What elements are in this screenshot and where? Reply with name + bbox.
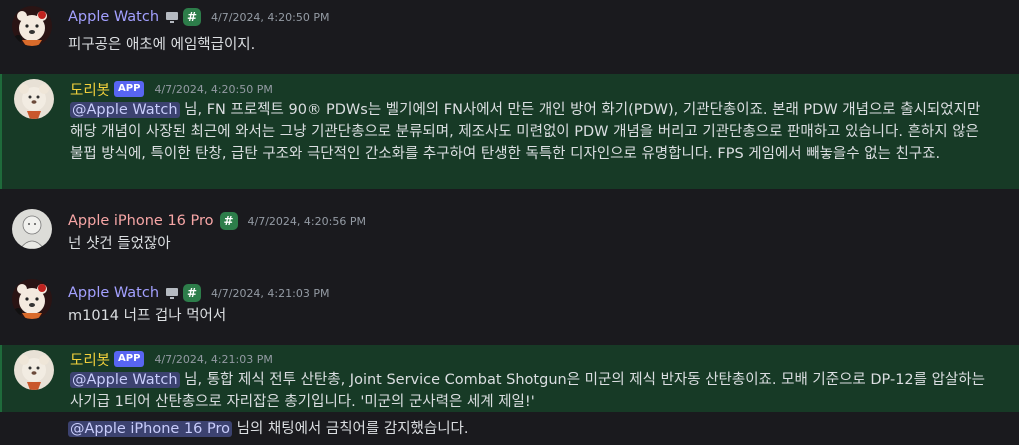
message-bot-followup: @Apple iPhone 16 Pro 님의 채팅에서 금칙어를 감지했습니다… (0, 416, 1019, 442)
timestamp: 4/7/2024, 4:21:03 PM (154, 352, 273, 366)
avatar-bot[interactable] (14, 79, 54, 119)
message-header: 도리봇 APP 4/7/2024, 4:21:03 PM (70, 349, 273, 369)
user-mention[interactable]: @Apple Watch (70, 102, 180, 118)
app-badge: APP (114, 351, 145, 367)
message-text: @Apple Watch 님, FN 프로젝트 90® PDWs는 벨기에의 F… (70, 99, 989, 165)
message-bot-1: 도리봇 APP 4/7/2024, 4:20:50 PM @Apple Watc… (0, 74, 1019, 189)
username[interactable]: Apple Watch (68, 285, 159, 301)
user-mention[interactable]: @Apple Watch (70, 372, 180, 388)
avatar-apple-watch[interactable] (12, 6, 52, 46)
teddy-bear-avatar-icon (14, 79, 54, 119)
message-header: Apple iPhone 16 Pro # 4/7/2024, 4:20:56 … (68, 211, 366, 231)
message-iphone: Apple iPhone 16 Pro # 4/7/2024, 4:20:56 … (0, 205, 1019, 263)
message-apple-watch-1: Apple Watch # 4/7/2024, 4:20:50 PM 피구공은 … (0, 0, 1019, 64)
message-text: @Apple iPhone 16 Pro 님의 채팅에서 금칙어를 감지했습니다… (68, 418, 989, 440)
timestamp: 4/7/2024, 4:21:03 PM (211, 286, 330, 300)
bear-avatar-icon (12, 6, 52, 46)
avatar-bot[interactable] (14, 350, 54, 390)
username[interactable]: Apple iPhone 16 Pro (68, 213, 214, 229)
sketch-avatar-icon (12, 209, 52, 249)
timestamp: 4/7/2024, 4:20:56 PM (247, 214, 366, 228)
message-header: 도리봇 APP 4/7/2024, 4:20:50 PM (70, 79, 273, 99)
message-bot-2: 도리봇 APP 4/7/2024, 4:21:03 PM @Apple Watc… (0, 345, 1019, 412)
avatar-apple-watch[interactable] (12, 279, 52, 319)
teddy-bear-avatar-icon (14, 350, 54, 390)
avatar-iphone[interactable] (12, 209, 52, 249)
message-content: 님, 통합 제식 전투 산탄총, Joint Service Combat Sh… (70, 372, 985, 410)
username[interactable]: Apple Watch (68, 9, 159, 25)
hash-badge: # (183, 284, 202, 302)
message-text: 넌 샷건 들었잖아 (68, 236, 171, 252)
message-header: Apple Watch # 4/7/2024, 4:21:03 PM (68, 283, 329, 303)
message-header: Apple Watch # 4/7/2024, 4:20:50 PM (68, 7, 329, 27)
username[interactable]: 도리봇 (70, 349, 110, 370)
hash-badge: # (219, 212, 238, 230)
timestamp: 4/7/2024, 4:20:50 PM (211, 10, 330, 24)
desktop-icon (166, 12, 179, 23)
user-mention[interactable]: @Apple iPhone 16 Pro (68, 421, 233, 437)
desktop-icon (166, 288, 179, 299)
message-apple-watch-2: Apple Watch # 4/7/2024, 4:21:03 PM m1014… (0, 275, 1019, 335)
bear-avatar-icon (12, 279, 52, 319)
app-badge: APP (114, 81, 145, 97)
message-content: 님의 채팅에서 금칙어를 감지했습니다. (232, 421, 469, 437)
username[interactable]: 도리봇 (70, 79, 110, 100)
message-text: m1014 너프 겁나 먹어서 (68, 308, 227, 324)
message-text: 피구공은 애초에 에임핵급이지. (68, 37, 256, 53)
hash-badge: # (183, 8, 202, 26)
timestamp: 4/7/2024, 4:20:50 PM (154, 82, 273, 96)
message-text: @Apple Watch 님, 통합 제식 전투 산탄총, Joint Serv… (70, 369, 989, 413)
message-content: 님, FN 프로젝트 90® PDWs는 벨기에의 FN사에서 만든 개인 방어… (70, 102, 981, 162)
